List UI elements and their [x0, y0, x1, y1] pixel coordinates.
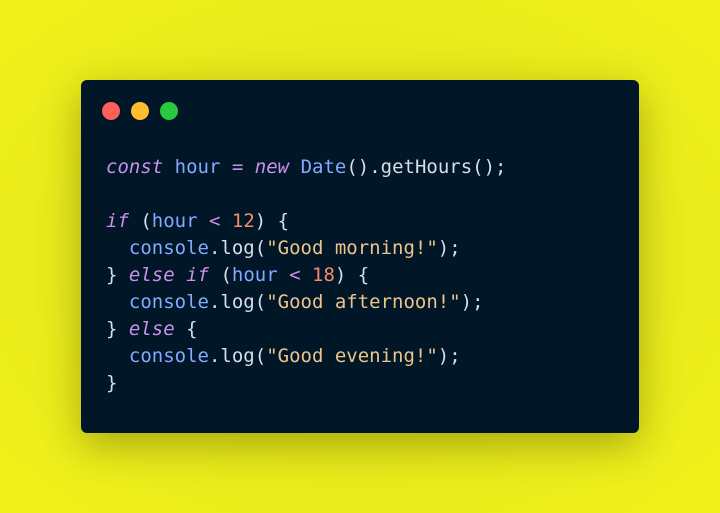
code-token: ) { [254, 210, 290, 232]
code-token: log [220, 237, 255, 259]
code-token: ); [437, 237, 461, 259]
code-line: } [106, 370, 507, 397]
code-block: const hour = new Date().getHours(); if (h… [106, 154, 507, 397]
code-token: console [128, 345, 209, 367]
close-dot-icon[interactable] [102, 102, 120, 120]
code-token: else [128, 318, 175, 340]
code-token: = [231, 156, 244, 178]
code-token: else [128, 264, 175, 286]
code-token: 18 [312, 264, 335, 286]
code-token: console [128, 291, 209, 313]
code-token: log [220, 291, 255, 313]
code-token: } [106, 264, 129, 286]
code-token: const [106, 156, 164, 178]
code-token: ( [254, 345, 267, 367]
code-token: 12 [231, 210, 255, 232]
maximize-dot-icon[interactable] [160, 102, 178, 120]
code-token: ); [460, 291, 484, 313]
code-line: } else { [106, 316, 507, 343]
code-token: new [254, 156, 290, 178]
code-line: console.log("Good evening!"); [106, 343, 507, 370]
code-token: Date [300, 156, 347, 178]
code-token: . [208, 291, 221, 313]
code-token: } [106, 318, 129, 340]
code-token: "Good morning!" [266, 237, 438, 259]
code-line: console.log("Good morning!"); [106, 235, 507, 262]
code-token: console [128, 237, 209, 259]
code-token: . [208, 345, 221, 367]
code-token: ( [254, 237, 267, 259]
code-line: } else if (hour < 18) { [106, 262, 507, 289]
code-window: const hour = new Date().getHours(); if (h… [81, 80, 639, 433]
code-token: "Good evening!" [266, 345, 438, 367]
code-token: ( [128, 210, 152, 232]
code-token: "Good afternoon!" [266, 291, 461, 313]
code-token: < [209, 210, 221, 232]
code-token: { [174, 318, 198, 340]
code-token: . [208, 237, 221, 259]
code-line: if (hour < 12) { [106, 208, 507, 235]
code-token: ( [209, 264, 232, 286]
code-token: ( [254, 291, 267, 313]
code-token: hour [231, 264, 278, 286]
code-line: const hour = new Date().getHours(); [106, 154, 507, 181]
code-token: hour [151, 210, 198, 232]
window-controls [102, 102, 178, 120]
code-token: ) { [334, 264, 370, 286]
minimize-dot-icon[interactable] [131, 102, 149, 120]
code-token: if [186, 264, 209, 286]
code-token: getHours [380, 156, 473, 178]
code-token: } [106, 372, 118, 394]
code-token: if [106, 210, 129, 232]
code-token: (). [346, 156, 381, 178]
code-token: log [220, 345, 255, 367]
code-token: hour [174, 156, 221, 178]
code-token: ); [437, 345, 461, 367]
code-token: (); [472, 156, 507, 178]
code-token: < [289, 264, 301, 286]
code-line: console.log("Good afternoon!"); [106, 289, 507, 316]
